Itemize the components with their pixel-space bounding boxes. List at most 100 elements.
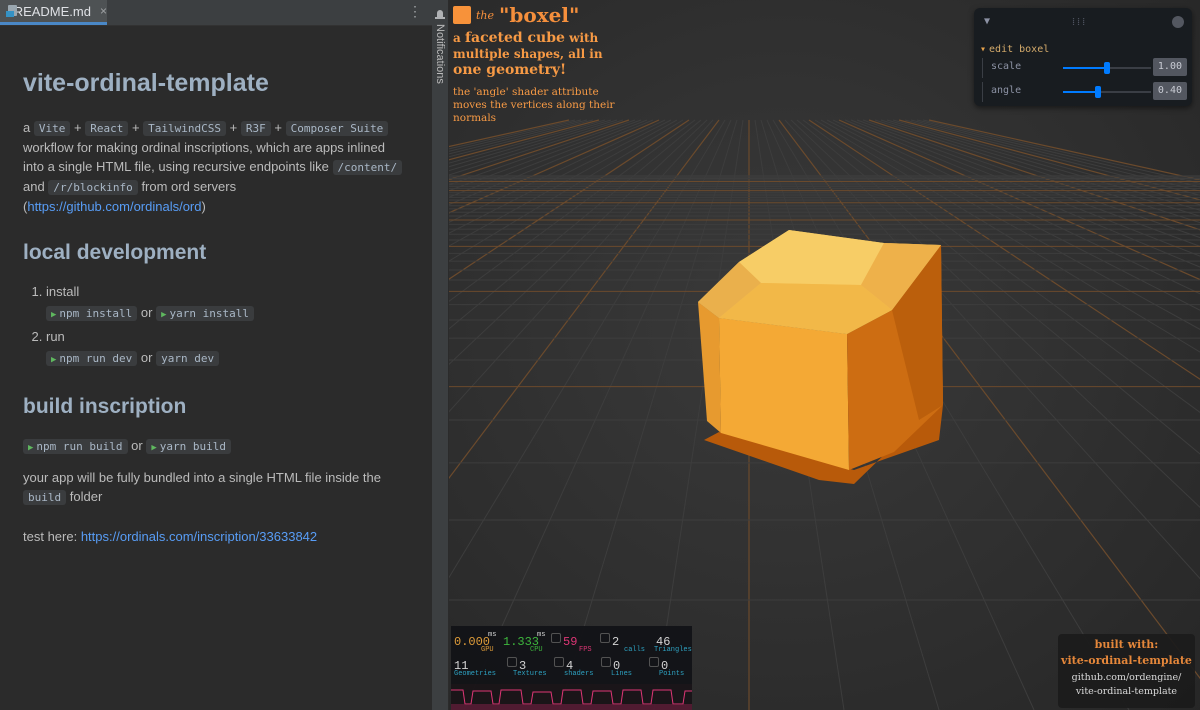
metric-triangles: 46 Triangles <box>654 632 692 654</box>
notifications-label[interactable]: Notifications <box>432 24 448 94</box>
code-yarn-dev: yarn dev <box>156 351 220 366</box>
perf-monitor: 0.000 ms GPU 1.333 ms CPU 59 FPS 2 calls… <box>451 626 692 710</box>
doc-title: vite-ordinal-template <box>23 69 269 97</box>
run-icon[interactable]: ▶ <box>51 355 56 365</box>
metric-label: Geometries <box>454 670 497 678</box>
metric-unit: ms <box>537 631 546 639</box>
tag-r3f: R3F <box>240 121 271 136</box>
or-text: or <box>140 305 153 320</box>
slider-fill <box>1063 91 1098 93</box>
tag-tailwind: TailwindCSS <box>143 121 227 136</box>
control-row-scale: scale 1.00 <box>982 58 1187 78</box>
controls-panel[interactable]: ▼ ⁞⁞⁞ ▾ edit boxel scale 1.00 angle 0.40 <box>974 8 1192 106</box>
built-with-badge[interactable]: built with: vite-ordinal-template github… <box>1058 634 1195 708</box>
control-label: scale <box>991 61 1022 72</box>
run-yarn-build[interactable]: ▶ yarn build <box>146 439 231 454</box>
textures-icon <box>507 657 517 667</box>
metric-points: 0 Points <box>649 656 684 678</box>
boxel-cube <box>698 230 943 484</box>
scale-value-input[interactable]: 1.00 <box>1153 58 1187 76</box>
folder-edit-boxel[interactable]: ▾ edit boxel <box>980 44 1049 55</box>
plus-sign: + <box>131 120 140 135</box>
folder-chevron-icon[interactable]: ▾ <box>980 44 986 55</box>
code-blockinfo-endpoint: /r/blockinfo <box>48 180 138 195</box>
step-label: run <box>46 329 65 344</box>
run-npm-run-dev[interactable]: ▶ npm run dev <box>46 351 138 366</box>
intro-text: ) <box>201 199 206 214</box>
folder-label: edit boxel <box>989 44 1050 55</box>
built-with-heading: built with: <box>1094 638 1159 651</box>
bundle-text: your app will be fully bundled into a si… <box>23 470 381 485</box>
plus-sign: + <box>274 120 282 135</box>
collapse-icon[interactable]: ▼ <box>984 16 990 27</box>
ord-repo-link[interactable]: https://github.com/ordinals/ord <box>27 199 201 214</box>
editor-pane: README.md × ⋮ vite-ordinal-template a Vi… <box>0 0 433 710</box>
slider-knob[interactable] <box>1104 62 1110 74</box>
metric-label: Points <box>659 670 685 678</box>
3d-viewport[interactable]: the "boxel" a faceted cube with multiple… <box>449 0 1200 710</box>
plus-sign: + <box>229 120 238 135</box>
step-label: install <box>46 284 80 299</box>
metric-calls: 2 calls <box>600 632 645 654</box>
editor-tab-bar: README.md × ⋮ <box>0 0 432 26</box>
slider-knob[interactable] <box>1095 86 1101 98</box>
run-icon[interactable]: ▶ <box>51 310 56 320</box>
shaders-icon <box>554 657 564 667</box>
section-local-development: local development <box>23 241 207 264</box>
tab-readme[interactable]: README.md × <box>0 0 107 25</box>
inscription-link[interactable]: https://ordinals.com/inscription/3363384… <box>81 529 317 544</box>
title-boxel: "boxel" <box>499 3 580 27</box>
desc-text: a <box>453 31 461 45</box>
metric-cpu: 1.333 ms CPU <box>503 631 545 654</box>
metric-label: calls <box>624 646 646 654</box>
fps-icon <box>551 633 561 643</box>
desc-text-emphasis: one geometry! <box>453 62 567 78</box>
metric-geometries: 11 Geometries <box>454 656 496 678</box>
bundle-paragraph: your app will be fully bundled into a si… <box>23 468 408 507</box>
or-text: or <box>140 350 153 365</box>
built-with-name[interactable]: vite-ordinal-template <box>1058 654 1195 667</box>
angle-slider[interactable] <box>1063 86 1151 98</box>
scale-slider[interactable] <box>1063 62 1151 74</box>
metric-shaders: 4 shaders <box>554 656 593 678</box>
metric-fps: 59 FPS <box>551 632 592 654</box>
boxel-logo-icon <box>453 6 471 24</box>
run-npm-install[interactable]: ▶ npm install <box>46 306 138 321</box>
notifications-toolwindow[interactable]: Notifications <box>432 0 449 710</box>
bundle-text: folder <box>69 489 103 504</box>
drag-handle-icon[interactable]: ⁞⁞⁞ <box>1072 15 1087 28</box>
build-commands: ▶ npm run build or ▶ yarn build <box>23 436 408 458</box>
close-icon[interactable]: × <box>100 4 107 18</box>
markdown-preview: vite-ordinal-template a Vite + React + T… <box>23 46 408 556</box>
metric-label: FPS <box>579 646 592 654</box>
run-icon[interactable]: ▶ <box>161 310 166 320</box>
run-yarn-install[interactable]: ▶ yarn install <box>156 306 254 321</box>
intro-text: workflow for making ordinal inscriptions… <box>23 140 386 174</box>
metric-label: shaders <box>564 670 594 678</box>
run-npm-run-build[interactable]: ▶ npm run build <box>23 439 128 454</box>
metric-label: CPU <box>530 646 543 654</box>
control-row-angle: angle 0.40 <box>982 82 1187 102</box>
run-icon[interactable]: ▶ <box>151 443 156 453</box>
list-item: run ▶npm run dev or yarn dev <box>46 327 408 370</box>
built-with-repo[interactable]: github.com/ordengine/ vite-ordinal-templ… <box>1058 671 1195 699</box>
search-icon[interactable] <box>1172 16 1184 28</box>
command-text: npm install <box>59 307 133 320</box>
metric-value: 59 <box>563 635 578 649</box>
metric-label: Textures <box>513 670 547 678</box>
metric-label: GPU <box>481 646 494 654</box>
description-primary: a faceted cube with multiple shapes, all… <box>453 30 623 78</box>
bell-icon[interactable] <box>435 10 445 20</box>
metric-label: Triangles <box>654 646 692 654</box>
repo-line: github.com/ordengine/ <box>1071 672 1182 683</box>
metric-textures: 3 Textures <box>507 656 547 678</box>
command-text: yarn build <box>159 440 226 453</box>
panel-header[interactable]: ▼ ⁞⁞⁞ <box>974 8 1192 36</box>
angle-value-input[interactable]: 0.40 <box>1153 82 1187 100</box>
metric-lines: 0 Lines <box>601 656 632 678</box>
run-icon[interactable]: ▶ <box>28 443 33 453</box>
lines-icon <box>601 657 611 667</box>
intro-paragraph: a Vite + React + TailwindCSS + R3F + Com… <box>23 118 408 216</box>
section-build-inscription: build inscription <box>23 395 187 418</box>
more-options-icon[interactable]: ⋮ <box>408 4 422 18</box>
